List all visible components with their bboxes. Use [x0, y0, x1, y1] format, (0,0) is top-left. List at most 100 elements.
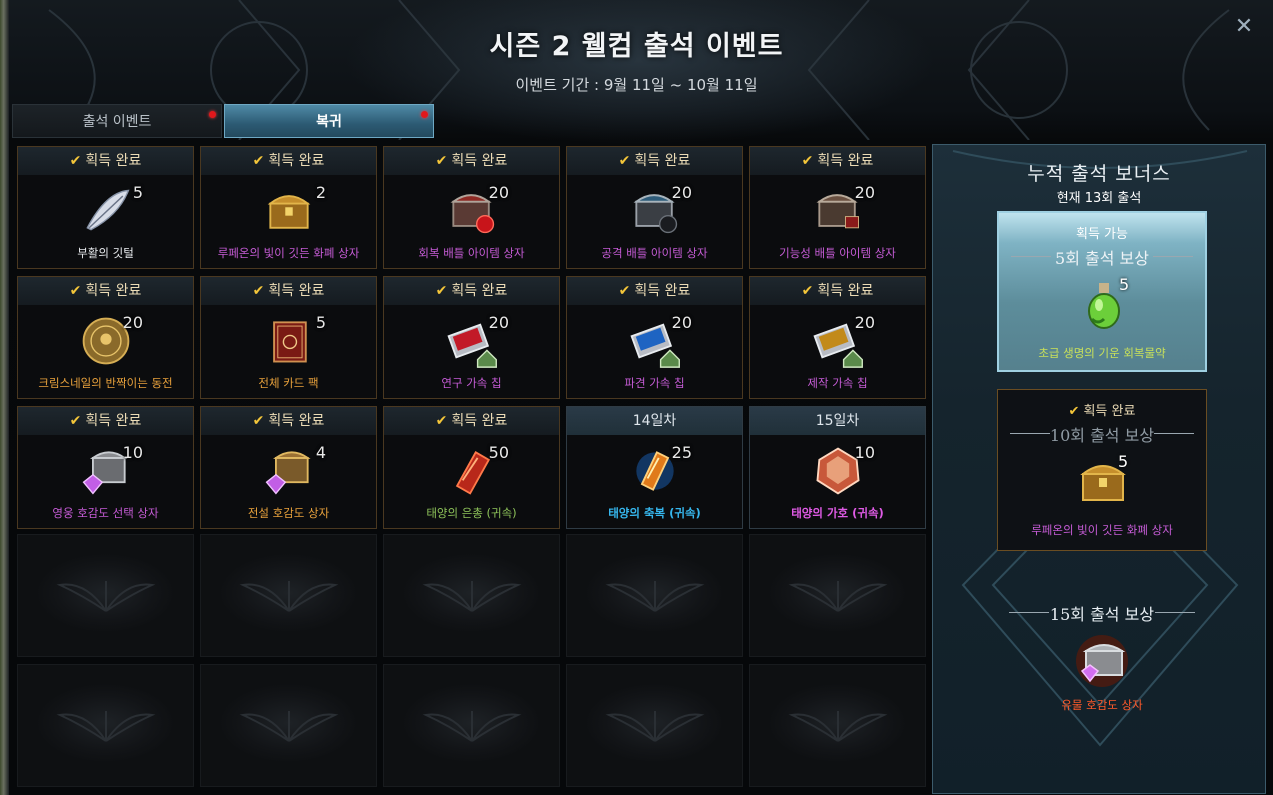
- background-edge: [0, 0, 9, 795]
- item-count: 5: [1119, 275, 1130, 294]
- tier-state: ✔ 획득 완료: [998, 400, 1206, 419]
- check-icon: ✔: [801, 153, 814, 169]
- item-count: 20: [854, 183, 875, 202]
- item-count: 5: [1118, 452, 1129, 471]
- check-icon: ✔: [69, 153, 82, 169]
- item-name: 초급 생명의 기운 회복물약: [1038, 346, 1166, 360]
- reward-state: ✔ 획득 완료: [384, 277, 559, 305]
- reward-cell[interactable]: 14일차 25 태양의 축복 (귀속): [566, 406, 743, 529]
- item-count: 5: [132, 183, 143, 202]
- bonus-tier-5[interactable]: 획득 가능 5회 출석 보상 5 초급 생명의 기운 회복물약: [997, 211, 1207, 372]
- reward-state: ✔ 획득 완료: [567, 277, 742, 305]
- item-name: 연구 가속 칩: [441, 376, 502, 390]
- item-name: 제작 가속 칩: [807, 376, 868, 390]
- reward-state-label: 획득 완료: [268, 413, 325, 429]
- reward-state-label: 획득 완료: [268, 283, 325, 299]
- page-title: 시즌 2 웰컴 출석 이벤트: [489, 31, 784, 62]
- reward-state-label: 획득 완료: [268, 153, 325, 169]
- reward-state: ✔ 획득 완료: [201, 147, 376, 175]
- item-name: 전설 호감도 상자: [247, 506, 330, 520]
- reward-cell[interactable]: ✔ 획득 완료 20 파견 가속 칩: [566, 276, 743, 399]
- empty-slot: [566, 664, 743, 787]
- reward-cell[interactable]: ✔ 획득 완료 20 크림스네일의 반짝이는 동전: [17, 276, 194, 399]
- empty-slot: [17, 664, 194, 787]
- tab-attendance-event[interactable]: 출석 이벤트: [12, 104, 222, 138]
- empty-slot: [383, 664, 560, 787]
- check-icon: ✔: [618, 283, 631, 299]
- empty-slot: [566, 534, 743, 657]
- bonus-tier-10[interactable]: ✔ 획득 완료 10회 출석 보상 5 루페온의 빛이 깃든 화폐 상자: [997, 389, 1207, 551]
- reward-state: ✔ 획득 완료: [750, 147, 925, 175]
- tab-label: 복귀: [316, 114, 342, 130]
- reward-state-label: 획득 완료: [451, 153, 508, 169]
- reward-cell[interactable]: ✔ 획득 완료 20 기능성 배틀 아이템 상자: [749, 146, 926, 269]
- check-icon: ✔: [69, 413, 82, 429]
- item-name: 크림스네일의 반짝이는 동전: [38, 376, 173, 390]
- notification-dot: [421, 111, 428, 118]
- item-count: 20: [854, 313, 875, 332]
- item-count: 20: [671, 313, 692, 332]
- empty-slot: [200, 534, 377, 657]
- bonus-tier-15[interactable]: 15회 출석 보상 유물 호감도 상자: [997, 589, 1207, 719]
- legend-heart-chest-icon: [259, 443, 319, 499]
- item-name: 기능성 배틀 아이템 상자: [779, 246, 896, 260]
- item-name: 루페온의 빛이 깃든 화폐 상자: [1031, 523, 1173, 537]
- tier-label: 15회 출석 보상: [1049, 605, 1155, 624]
- item-name: 태양의 가호 (귀속): [791, 506, 884, 520]
- reward-cell[interactable]: ✔ 획득 완료 20 연구 가속 칩: [383, 276, 560, 399]
- item-name: 공격 배틀 아이템 상자: [601, 246, 708, 260]
- item-count: 4: [315, 443, 326, 462]
- feather-icon: [76, 183, 136, 239]
- item-count: 20: [488, 183, 509, 202]
- tier-state: 획득 가능: [1076, 227, 1128, 242]
- reward-cell[interactable]: ✔ 획득 완료 10 영웅 호감도 선택 상자: [17, 406, 194, 529]
- reward-state: ✔ 획득 완료: [18, 277, 193, 305]
- reward-state-label: 획득 완료: [451, 413, 508, 429]
- reward-cell[interactable]: ✔ 획득 완료 20 공격 배틀 아이템 상자: [566, 146, 743, 269]
- check-icon: ✔: [252, 283, 265, 299]
- item-name: 파견 가속 칩: [624, 376, 685, 390]
- item-name: 영웅 호감도 선택 상자: [52, 506, 159, 520]
- check-icon: ✔: [252, 153, 265, 169]
- event-window: 시즌 2 웰컴 출석 이벤트 이벤트 기간 : 9월 11일 ~ 10월 11일…: [0, 0, 1273, 795]
- reward-state-label: 15일차: [815, 413, 860, 429]
- reward-state: 15일차: [750, 407, 925, 435]
- reward-cell[interactable]: 15일차 10 태양의 가호 (귀속): [749, 406, 926, 529]
- close-button[interactable]: ✕: [1233, 16, 1255, 38]
- reward-state-label: 획득 완료: [817, 153, 874, 169]
- item-count: 20: [122, 313, 143, 332]
- item-count: 5: [315, 313, 326, 332]
- reward-state-label: 획득 완료: [817, 283, 874, 299]
- reward-state-label: 획득 완료: [634, 153, 691, 169]
- tab-label: 출석 이벤트: [82, 114, 152, 130]
- reward-state-label: 획득 완료: [85, 283, 142, 299]
- reward-cell[interactable]: ✔ 획득 완료 2 루페온의 빛이 깃든 화폐 상자: [200, 146, 377, 269]
- item-name: 태양의 축복 (귀속): [608, 506, 701, 520]
- event-period: 이벤트 기간 : 9월 11일 ~ 10월 11일: [515, 76, 758, 94]
- tier-state-label: 획득 완료: [1083, 404, 1136, 419]
- check-icon: ✔: [69, 283, 82, 299]
- item-name: 유물 호감도 상자: [1061, 698, 1143, 712]
- check-icon: ✔: [435, 413, 448, 429]
- reward-cell[interactable]: ✔ 획득 완료 5 부활의 깃털: [17, 146, 194, 269]
- check-icon: ✔: [801, 283, 814, 299]
- reward-cell[interactable]: ✔ 획득 완료 20 회복 배틀 아이템 상자: [383, 146, 560, 269]
- bonus-title: 누적 출석 보너스: [1027, 163, 1171, 185]
- card-pack-icon: [259, 313, 319, 369]
- item-count: 20: [671, 183, 692, 202]
- reward-cell[interactable]: ✔ 획득 완료 4 전설 호감도 상자: [200, 406, 377, 529]
- empty-slot: [749, 664, 926, 787]
- reward-cell[interactable]: ✔ 획득 완료 20 제작 가속 칩: [749, 276, 926, 399]
- reward-state: ✔ 획득 완료: [18, 407, 193, 435]
- reward-cell[interactable]: ✔ 획득 완료 5 전체 카드 팩: [200, 276, 377, 399]
- reward-state-label: 14일차: [632, 413, 677, 429]
- empty-slot: [17, 534, 194, 657]
- reward-state: ✔ 획득 완료: [384, 147, 559, 175]
- check-icon: ✔: [435, 153, 448, 169]
- current-attendance: 현재 13회 출석: [1056, 191, 1142, 206]
- tab-return[interactable]: 복귀: [224, 104, 434, 138]
- reward-state-label: 획득 완료: [634, 283, 691, 299]
- reward-cell[interactable]: ✔ 획득 완료 50 태양의 은총 (귀속): [383, 406, 560, 529]
- tier-label: 5회 출석 보상: [1055, 249, 1149, 268]
- item-count: 50: [488, 443, 509, 462]
